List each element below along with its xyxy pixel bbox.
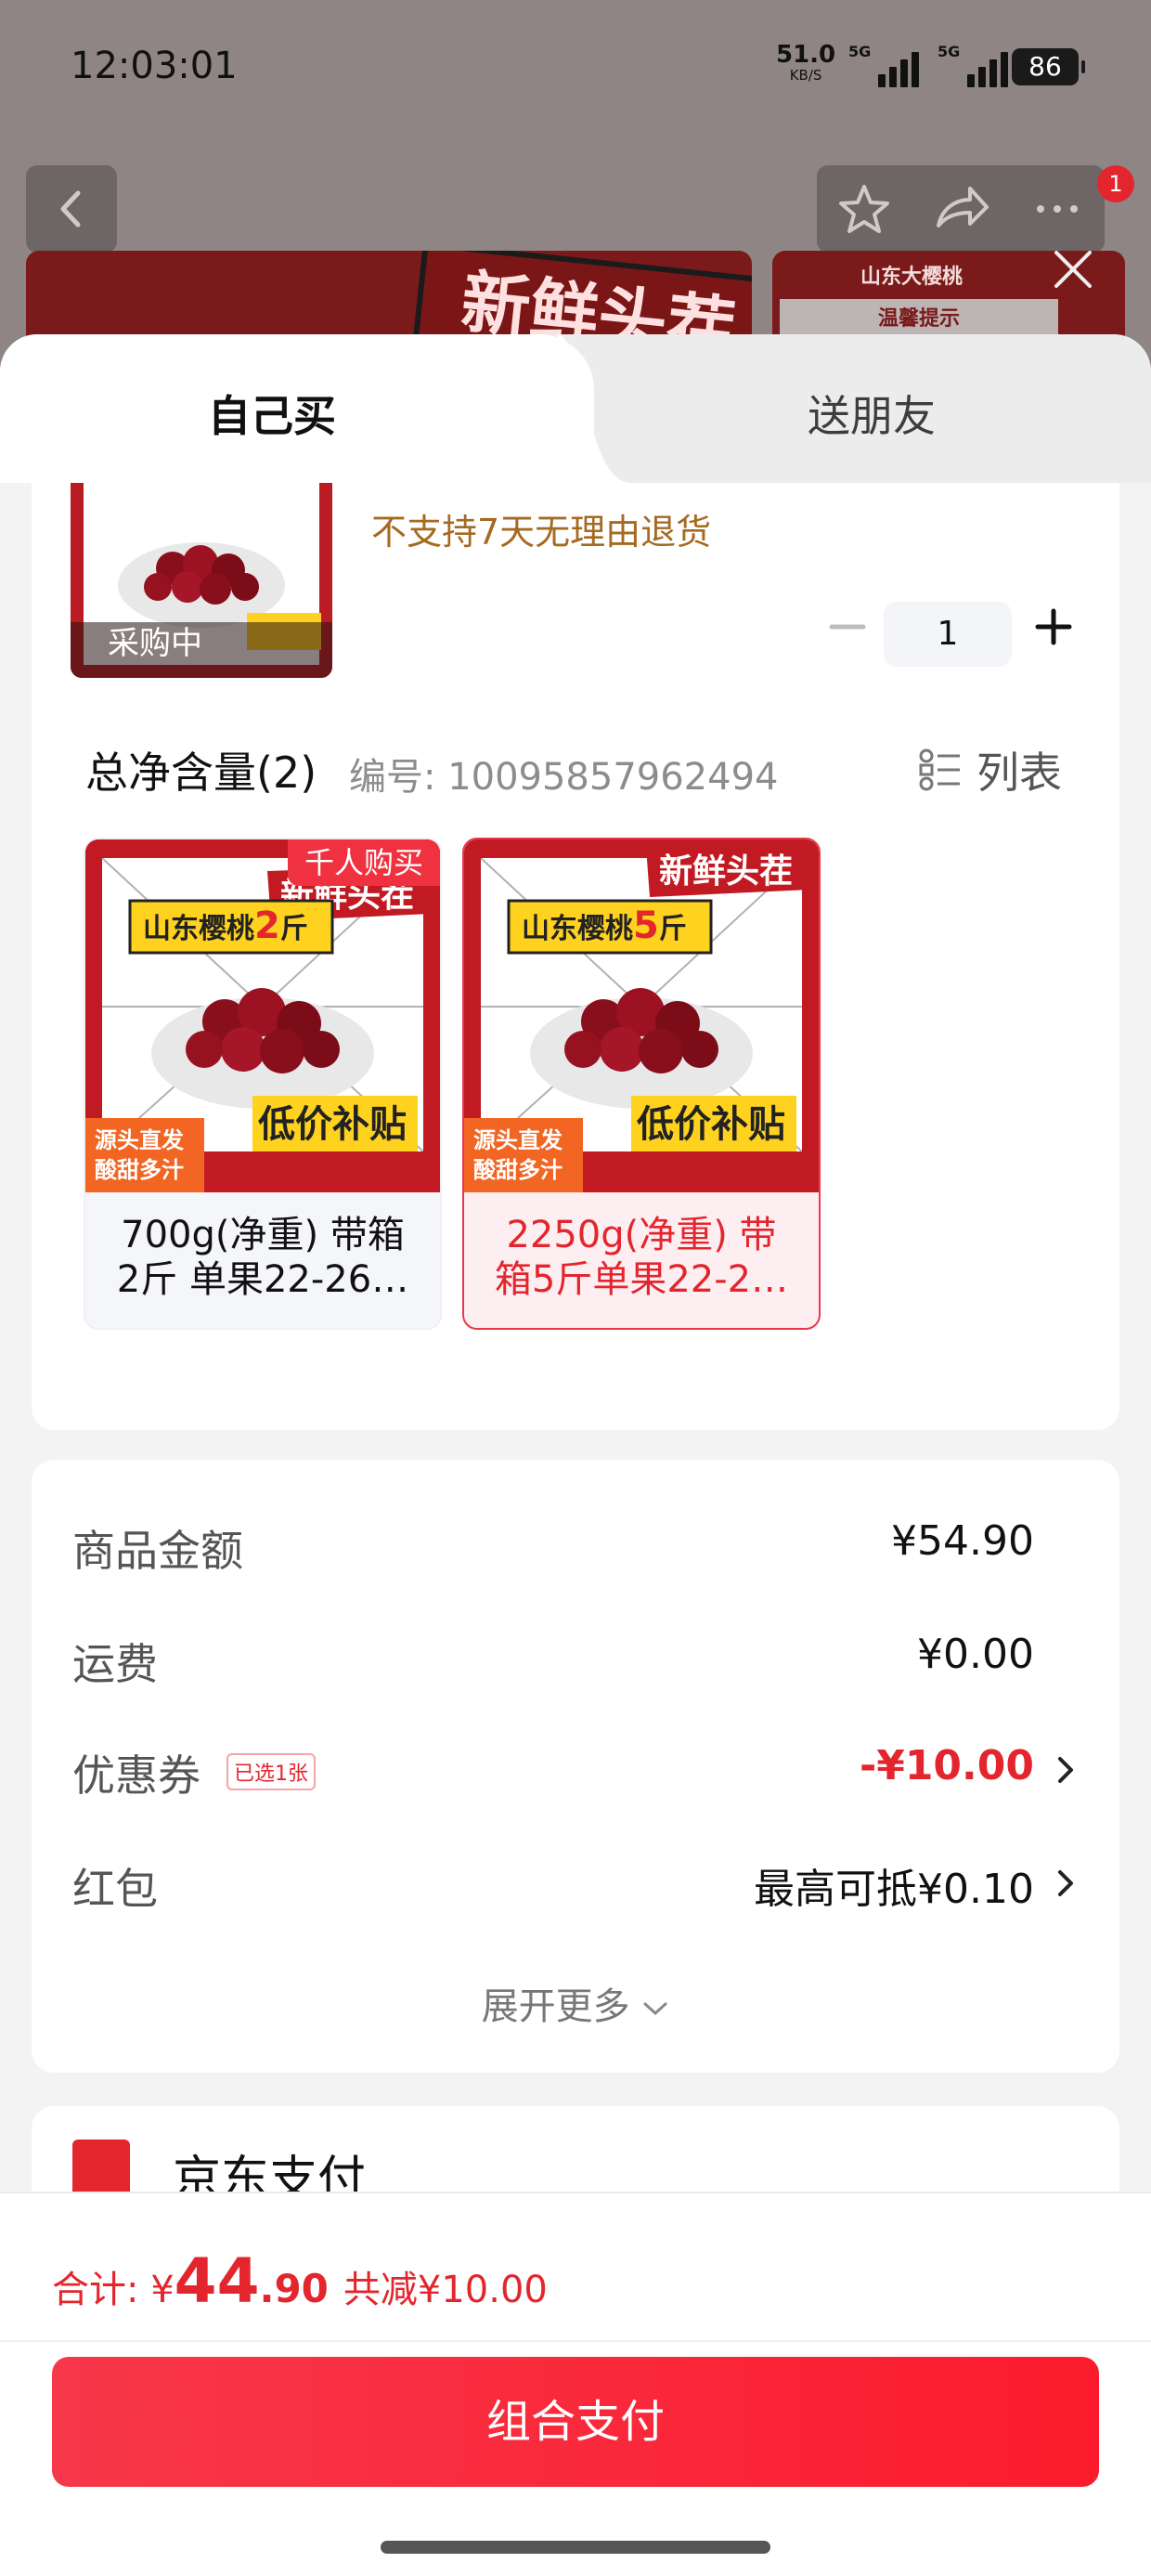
variant-promo-text: 低价补贴 xyxy=(258,1103,407,1146)
close-icon[interactable] xyxy=(1043,240,1103,299)
variant-name: 2250g(净重) 带 箱5斤单果22-2… xyxy=(494,1214,789,1301)
coupon-value: -¥10.00 xyxy=(859,1742,1034,1789)
share-icon[interactable] xyxy=(931,181,990,237)
return-policy-note: 不支持7天无理由退货 xyxy=(371,512,712,553)
red-packet-value: 最高可抵¥0.10 xyxy=(754,1866,1034,1913)
total-decimal: .90 xyxy=(259,2266,329,2311)
variant-image: 新鲜头茬 山东樱桃2斤 低价补贴 源头直发 酸甜多汁 xyxy=(85,839,440,1192)
quantity-input[interactable]: 1 xyxy=(884,602,1012,667)
hot-sale-badge: 千人购买 xyxy=(288,839,440,886)
banner-title: 山东大樱桃 xyxy=(860,266,963,289)
cart-count-badge: 1 xyxy=(1097,165,1134,202)
chevron-right-icon xyxy=(1058,1757,1073,1783)
shipping-row: 运费 ¥0.00 xyxy=(72,1620,1079,1694)
quantity-increase-button[interactable] xyxy=(1030,604,1077,650)
tab-self-buy-label[interactable]: 自己买 xyxy=(208,383,336,444)
product-thumbnail[interactable]: 采购中 xyxy=(71,483,332,678)
signal-icon: 5G xyxy=(848,43,930,89)
coupon-row[interactable]: 优惠券 已选1张 -¥10.00 xyxy=(72,1731,1079,1805)
total-integer: 44 xyxy=(174,2245,260,2317)
coupon-label: 优惠券 xyxy=(72,1750,200,1801)
footer-divider xyxy=(0,2340,1151,2342)
variant-option-selected[interactable]: 新鲜头茬 山东樱桃5斤 低价补贴 源头直发 酸甜多汁 2250g(净重) 带 箱… xyxy=(462,838,821,1330)
variant-promo-text: 低价补贴 xyxy=(637,1103,785,1146)
product-code: 编号: 10095857962494 xyxy=(349,756,779,799)
checkout-footer: 合计: ¥44.90 共减¥10.00 组合支付 xyxy=(0,2192,1151,2576)
variant-side-text-2: 酸甜多汁 xyxy=(95,1157,184,1183)
chevron-down-icon xyxy=(643,2002,667,2016)
thumbnail-status-label: 采购中 xyxy=(108,625,202,662)
goods-amount-label: 商品金额 xyxy=(72,1526,243,1576)
shipping-value: ¥0.00 xyxy=(917,1631,1034,1678)
variant-side-text-2: 酸甜多汁 xyxy=(473,1157,563,1183)
variant-heading-unit: 斤 xyxy=(280,913,308,945)
purchase-tabs: 自己买 送朋友 xyxy=(0,334,1151,483)
jd-pay-icon xyxy=(72,2140,130,2197)
status-bar: 12:03:01 51.0 KB/S 5G 5G 86 xyxy=(0,0,1151,139)
red-packet-label: 红包 xyxy=(72,1864,158,1914)
variant-heading-num: 5 xyxy=(633,904,659,947)
variant-name: 700g(净重) 带箱 2斤 单果22-26… xyxy=(116,1214,409,1301)
home-indicator xyxy=(381,2541,770,2554)
price-breakdown-card: 商品金额 ¥54.90 运费 ¥0.00 优惠券 已选1张 -¥10.00 红包… xyxy=(32,1460,1119,2073)
goods-amount-value: ¥54.90 xyxy=(891,1517,1034,1565)
battery-icon: 86 xyxy=(1012,48,1085,85)
chevron-right-icon xyxy=(1058,1870,1073,1896)
expand-more-label: 展开更多 xyxy=(481,1985,630,2028)
expand-more-button[interactable]: 展开更多 xyxy=(32,1976,1119,2030)
variant-tag-text: 新鲜头茬 xyxy=(659,852,793,891)
variant-heading-unit: 斤 xyxy=(659,913,687,945)
tab-divider-curve xyxy=(557,334,631,483)
goods-amount-row: 商品金额 ¥54.90 xyxy=(72,1506,1079,1581)
product-spec-card: 采购中 不支持7天无理由退货 1 总净含量(2) 编号: 10095857962… xyxy=(32,483,1119,1430)
chevron-left-icon xyxy=(60,190,81,228)
network-speed: 51.0 KB/S xyxy=(776,43,835,85)
tab-gift-friend[interactable]: 送朋友 xyxy=(808,383,936,444)
order-total: 合计: ¥44.90 共减¥10.00 xyxy=(52,2245,548,2317)
spec-group-title: 总净含量(2) xyxy=(85,748,317,798)
variant-heading-prefix: 山东樱桃 xyxy=(522,913,633,945)
variant-image: 新鲜头茬 山东樱桃5斤 低价补贴 源头直发 酸甜多汁 xyxy=(464,839,819,1192)
coupon-selected-badge: 已选1张 xyxy=(226,1753,316,1790)
variant-side-text-1: 源头直发 xyxy=(473,1127,563,1153)
variant-heading-num: 2 xyxy=(254,904,280,947)
red-packet-row[interactable]: 红包 最高可抵¥0.10 xyxy=(72,1844,1079,1919)
shipping-label: 运费 xyxy=(72,1639,158,1689)
signal-icon: 5G xyxy=(938,43,1019,89)
total-savings: 共减¥10.00 xyxy=(343,2269,548,2311)
variant-option[interactable]: 新鲜头茬 山东樱桃2斤 低价补贴 源头直发 酸甜多汁 千人购买 700g(净重)… xyxy=(84,838,442,1330)
back-button[interactable] xyxy=(26,165,117,253)
signal-label: 5G xyxy=(848,43,872,60)
list-icon xyxy=(919,748,960,791)
quantity-decrease-button[interactable] xyxy=(824,604,871,650)
signal-label: 5G xyxy=(938,43,961,60)
variant-side-text-1: 源头直发 xyxy=(95,1127,184,1153)
status-time: 12:03:01 xyxy=(71,45,238,87)
total-label: 合计: ¥ xyxy=(52,2269,175,2311)
combined-pay-button[interactable]: 组合支付 xyxy=(52,2357,1099,2487)
list-view-toggle[interactable]: 列表 xyxy=(919,739,1062,800)
variant-heading-prefix: 山东樱桃 xyxy=(143,913,254,945)
list-view-label: 列表 xyxy=(976,748,1062,798)
more-icon[interactable] xyxy=(1029,181,1085,237)
star-icon[interactable] xyxy=(836,181,892,237)
